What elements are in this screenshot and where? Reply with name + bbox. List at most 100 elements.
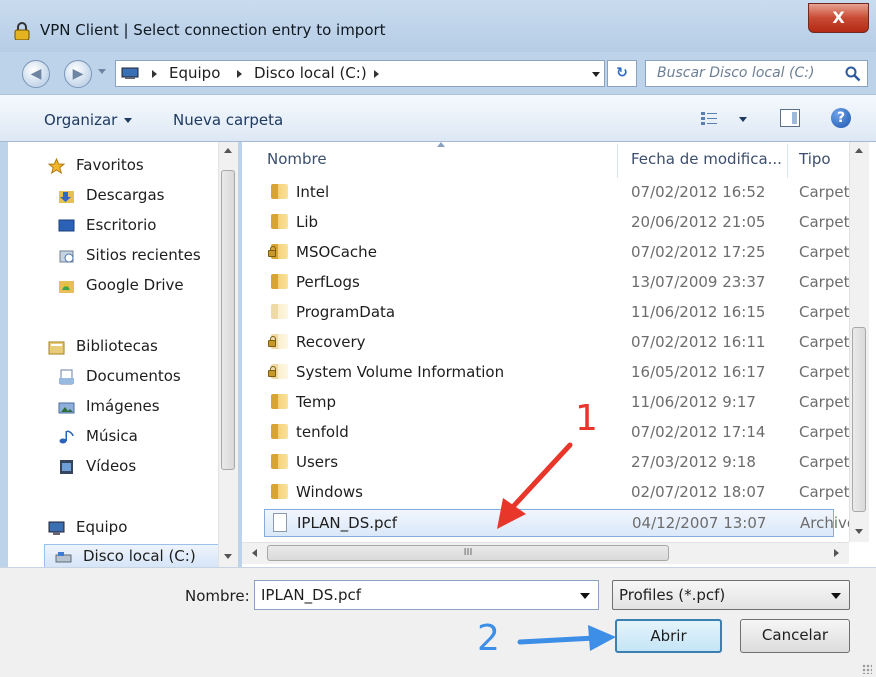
annotation-step-1: 1	[575, 398, 598, 439]
hidden-folder-icon	[271, 304, 288, 319]
cancel-button[interactable]: Cancelar	[740, 619, 850, 653]
scroll-up-icon[interactable]	[224, 148, 232, 153]
table-row[interactable]: System Volume Information 16/05/2012 16:…	[264, 359, 859, 387]
nav-recent-places[interactable]: Sitios recientes	[58, 244, 228, 268]
organize-label: Organizar	[44, 111, 118, 129]
nav-documents[interactable]: Documentos	[58, 365, 228, 389]
new-folder-button[interactable]: Nueva carpeta	[173, 111, 283, 129]
lock-icon	[268, 336, 276, 347]
nav-favorites[interactable]: Favoritos	[48, 154, 218, 178]
scroll-right-icon[interactable]	[834, 549, 839, 557]
breadcrumb-local-disk[interactable]: Disco local (C:)	[254, 64, 367, 82]
navigation-pane: Favoritos Descargas Escritorio Sitios re…	[8, 142, 238, 567]
scroll-left-icon[interactable]	[252, 549, 257, 557]
nav-downloads[interactable]: Descargas	[58, 184, 228, 208]
resize-grip-icon[interactable]	[862, 664, 872, 674]
forward-button[interactable]: ▶	[64, 60, 92, 88]
table-row[interactable]: Intel 07/02/2012 16:52 Carpeta	[264, 179, 859, 207]
close-button[interactable]: X	[808, 3, 869, 33]
column-divider[interactable]	[787, 144, 788, 178]
file-name-value: IPLAN_DS.pcf	[261, 586, 362, 604]
scroll-down-icon[interactable]	[855, 529, 863, 534]
nav-images[interactable]: Imágenes	[58, 395, 228, 419]
nav-recent-label: Sitios recientes	[86, 246, 201, 264]
chevron-down-icon[interactable]	[831, 593, 841, 599]
nav-videos[interactable]: Vídeos	[58, 455, 228, 479]
breadcrumb-computer[interactable]: Equipo	[169, 64, 220, 82]
table-row[interactable]: PerfLogs 13/07/2009 23:37 Carpeta	[264, 269, 859, 297]
preview-pane-icon[interactable]	[780, 109, 800, 127]
refresh-button[interactable]: ↻	[607, 60, 637, 87]
nav-computer[interactable]: Equipo	[48, 516, 218, 540]
file-date: 04/12/2007 13:07	[632, 514, 767, 532]
file-list-hscroll-thumb[interactable]: III	[267, 545, 669, 561]
chevron-down-icon	[124, 118, 133, 123]
nav-google-drive[interactable]: Google Drive	[58, 274, 228, 298]
table-row[interactable]: Windows 02/07/2012 18:07 Carpeta	[264, 479, 859, 507]
file-list-hscrollbar[interactable]: III	[242, 542, 849, 564]
file-name: PerfLogs	[296, 273, 360, 291]
folder-icon	[271, 454, 288, 469]
chevron-down-icon[interactable]	[739, 117, 747, 122]
table-row-selected[interactable]: IPLAN_DS.pcf 04/12/2007 13:07 Archivo	[264, 509, 856, 537]
table-row[interactable]: tenfold 07/02/2012 17:14 Carpeta	[264, 419, 859, 447]
nav-libraries-label: Bibliotecas	[76, 337, 158, 355]
table-row[interactable]: Users 27/03/2012 9:18 Carpeta	[264, 449, 859, 477]
open-button[interactable]: Abrir	[615, 619, 722, 653]
file-name: tenfold	[296, 423, 349, 441]
documents-icon	[59, 369, 74, 385]
nav-libraries[interactable]: Bibliotecas	[48, 335, 218, 359]
breadcrumb-separator-icon	[374, 70, 379, 78]
scroll-up-icon[interactable]	[855, 148, 863, 153]
file-list: Nombre Fecha de modifica... Tipo Intel 0…	[242, 142, 876, 567]
table-row[interactable]: Lib 20/06/2012 21:05 Carpeta	[264, 209, 859, 237]
nav-desktop[interactable]: Escritorio	[58, 214, 228, 238]
address-row: ◀ ▶ Equipo Disco local (C:) ↻ Buscar Dis…	[0, 52, 876, 94]
folder-icon	[271, 184, 288, 199]
file-date: 07/02/2012 16:52	[631, 183, 766, 201]
search-input[interactable]: Buscar Disco local (C:)	[645, 60, 868, 87]
organize-menu[interactable]: Organizar	[44, 111, 133, 129]
address-dropdown-icon[interactable]	[592, 72, 600, 77]
lock-icon	[268, 366, 276, 377]
back-arrow-icon: ◀	[30, 66, 42, 82]
file-date: 27/03/2012 9:18	[631, 453, 756, 471]
folder-icon	[271, 274, 288, 289]
file-icon	[273, 513, 287, 532]
column-header-name[interactable]: Nombre	[267, 150, 327, 168]
file-name: ProgramData	[296, 303, 396, 321]
scroll-down-icon[interactable]	[224, 554, 232, 559]
column-header-date[interactable]: Fecha de modifica...	[631, 150, 782, 168]
file-name: Windows	[296, 483, 363, 501]
nav-local-disk[interactable]: Disco local (C:)	[44, 544, 226, 567]
table-row[interactable]: MSOCache 07/02/2012 17:25 Carpeta	[264, 239, 859, 267]
column-header-type[interactable]: Tipo	[799, 150, 831, 168]
help-icon[interactable]: ?	[831, 108, 851, 128]
file-date: 07/02/2012 17:14	[631, 423, 766, 441]
computer-icon	[48, 521, 65, 535]
file-list-vscrollbar[interactable]	[849, 142, 869, 542]
back-button[interactable]: ◀	[22, 60, 50, 88]
file-name: Recovery	[296, 333, 366, 351]
file-date: 07/02/2012 16:11	[631, 333, 766, 351]
file-list-scroll-thumb[interactable]	[852, 327, 866, 512]
chevron-down-icon[interactable]	[580, 593, 590, 599]
toolbar: Organizar Nueva carpeta ?	[0, 94, 876, 142]
file-date: 02/07/2012 18:07	[631, 483, 766, 501]
table-row[interactable]: Temp 11/06/2012 9:17 Carpeta	[264, 389, 859, 417]
view-options-icon[interactable]	[700, 110, 718, 126]
search-placeholder: Buscar Disco local (C:)	[657, 65, 815, 81]
file-name-field[interactable]: IPLAN_DS.pcf	[254, 580, 599, 610]
sort-ascending-icon	[437, 142, 445, 147]
nav-music[interactable]: Música	[58, 425, 228, 449]
file-type-filter[interactable]: Profiles (*.pcf)	[612, 580, 850, 610]
recent-locations-dropdown[interactable]	[98, 69, 106, 74]
file-name: Lib	[296, 213, 319, 231]
column-divider[interactable]	[617, 144, 618, 178]
nav-scroll-thumb[interactable]	[221, 170, 235, 470]
table-row[interactable]: Recovery 07/02/2012 16:11 Carpeta	[264, 329, 859, 357]
nav-scrollbar[interactable]	[218, 142, 238, 567]
file-name: MSOCache	[296, 243, 377, 261]
table-row[interactable]: ProgramData 11/06/2012 16:15 Carpeta	[264, 299, 859, 327]
breadcrumb[interactable]: Equipo Disco local (C:)	[115, 60, 605, 87]
